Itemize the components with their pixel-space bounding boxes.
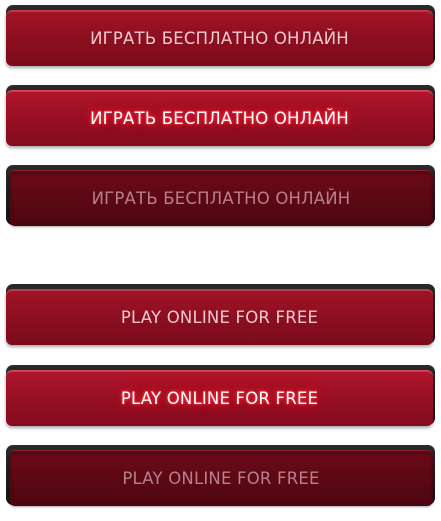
button-label: ИГРАТЬ БЕСПЛАТНО ОНЛАЙН: [91, 189, 351, 208]
button-label: PLAY ONLINE FOR FREE: [120, 308, 319, 327]
play-free-ru-button-pressed-group: ИГРАТЬ БЕСПЛАТНО ОНЛАЙН: [6, 165, 435, 226]
play-free-en-button-pressed[interactable]: PLAY ONLINE FOR FREE: [9, 450, 433, 506]
button-label: ИГРАТЬ БЕСПЛАТНО ОНЛАЙН: [90, 29, 349, 48]
button-label: PLAY ONLINE FOR FREE: [122, 469, 320, 488]
play-free-en-button-normal[interactable]: PLAY ONLINE FOR FREE: [6, 289, 433, 345]
play-free-en-button-normal-group: PLAY ONLINE FOR FREE: [6, 284, 435, 345]
play-free-ru-button-normal-group: ИГРАТЬ БЕСПЛАТНО ОНЛАЙН: [6, 5, 435, 66]
play-free-ru-button-hover-group: ИГРАТЬ БЕСПЛАТНО ОНЛАЙН: [6, 85, 435, 146]
play-free-en-button-pressed-group: PLAY ONLINE FOR FREE: [6, 445, 435, 506]
play-free-ru-button-hover[interactable]: ИГРАТЬ БЕСПЛАТНО ОНЛАЙН: [6, 90, 433, 146]
button-label: PLAY ONLINE FOR FREE: [120, 389, 319, 408]
play-free-ru-button-pressed[interactable]: ИГРАТЬ БЕСПЛАТНО ОНЛАЙН: [9, 170, 433, 226]
play-free-ru-button-normal[interactable]: ИГРАТЬ БЕСПЛАТНО ОНЛАЙН: [6, 10, 433, 66]
play-free-en-button-hover-group: PLAY ONLINE FOR FREE: [6, 365, 435, 426]
button-label: ИГРАТЬ БЕСПЛАТНО ОНЛАЙН: [90, 109, 349, 128]
play-free-en-button-hover[interactable]: PLAY ONLINE FOR FREE: [6, 370, 433, 426]
